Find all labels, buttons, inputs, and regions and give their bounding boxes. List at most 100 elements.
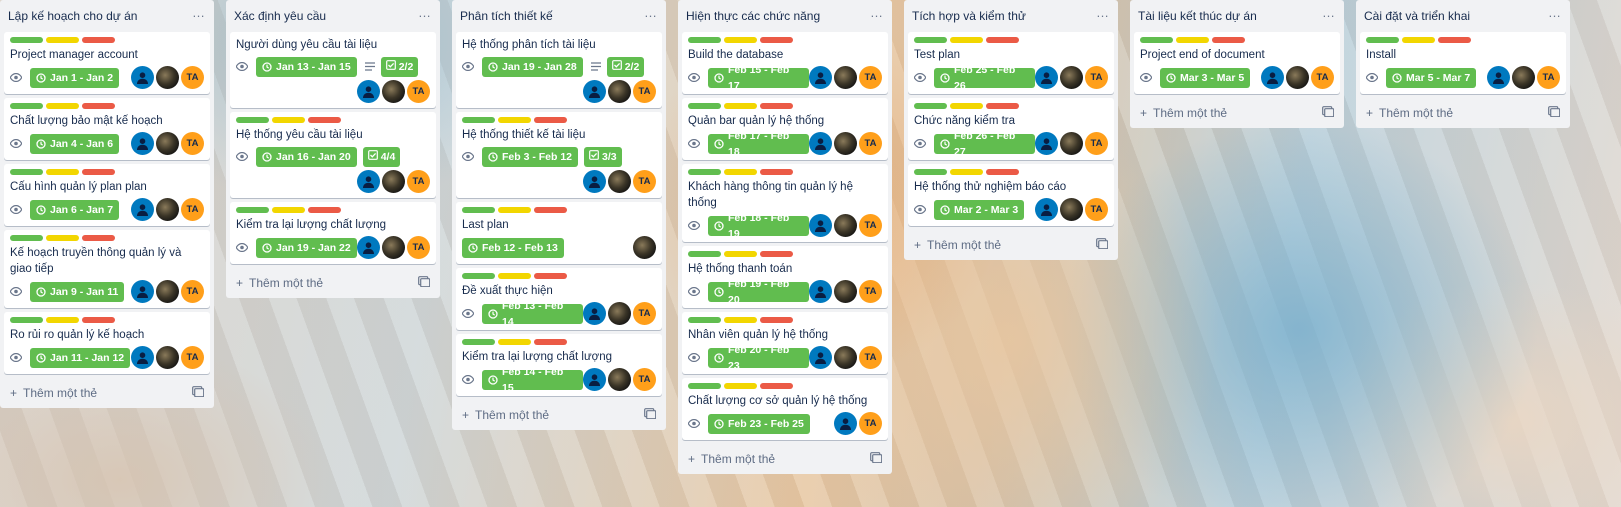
avatar-photo[interactable] bbox=[1286, 66, 1309, 89]
card-labels[interactable] bbox=[914, 103, 1108, 109]
avatar-user-icon[interactable] bbox=[583, 80, 606, 103]
avatar-photo[interactable] bbox=[156, 132, 179, 155]
avatar-photo[interactable] bbox=[1060, 198, 1083, 221]
list-title[interactable]: Tài liệu kết thúc dự án bbox=[1138, 9, 1257, 23]
card[interactable]: Nhân viên quản lý hệ thống Feb 20 - Feb … bbox=[682, 312, 888, 374]
avatar-user-icon[interactable] bbox=[1035, 132, 1058, 155]
label-green[interactable] bbox=[462, 117, 495, 123]
avatar-photo[interactable] bbox=[834, 132, 857, 155]
label-red[interactable] bbox=[308, 117, 341, 123]
due-date-badge[interactable]: Jan 4 - Jan 6 bbox=[30, 133, 120, 154]
label-green[interactable] bbox=[10, 37, 43, 43]
label-red[interactable] bbox=[534, 273, 567, 279]
due-date-badge[interactable]: Feb 18 - Feb 19 bbox=[708, 212, 809, 240]
add-card-button[interactable]: + Thêm một thẻ bbox=[1140, 106, 1227, 120]
label-yellow[interactable] bbox=[498, 207, 531, 213]
avatar-initials[interactable]: TA bbox=[859, 412, 882, 435]
add-card-button[interactable]: + Thêm một thẻ bbox=[914, 238, 1001, 252]
avatar-user-icon[interactable] bbox=[131, 132, 154, 155]
card-template-icon[interactable] bbox=[418, 276, 431, 290]
card-labels[interactable] bbox=[688, 103, 882, 109]
due-date-badge[interactable]: Mar 5 - Mar 7 bbox=[1386, 67, 1477, 88]
label-red[interactable] bbox=[760, 169, 793, 175]
card-labels[interactable] bbox=[914, 169, 1108, 175]
avatar-user-icon[interactable] bbox=[809, 280, 832, 303]
avatar-photo[interactable] bbox=[1060, 66, 1083, 89]
label-yellow[interactable] bbox=[1176, 37, 1209, 43]
avatar-user-icon[interactable] bbox=[809, 214, 832, 237]
checklist-badge[interactable]: 2/2 bbox=[606, 56, 645, 77]
avatar-initials[interactable]: TA bbox=[181, 346, 204, 369]
card[interactable]: Ro rủi ro quản lý kế hoạch Jan 11 - Jan … bbox=[4, 312, 210, 374]
due-date-badge[interactable]: Jan 16 - Jan 20 bbox=[256, 146, 357, 167]
avatar-initials[interactable]: TA bbox=[407, 80, 430, 103]
card-template-icon[interactable] bbox=[870, 452, 883, 466]
label-yellow[interactable] bbox=[724, 317, 757, 323]
avatar-user-icon[interactable] bbox=[583, 368, 606, 391]
card[interactable]: Hệ thống thiết kế tài liệu Feb 3 - Feb 1… bbox=[456, 112, 662, 198]
card[interactable]: Người dùng yêu cầu tài liệu Jan 13 - Jan… bbox=[230, 32, 436, 108]
avatar-initials[interactable]: TA bbox=[1085, 198, 1108, 221]
due-date-badge[interactable]: Feb 17 - Feb 18 bbox=[708, 130, 809, 158]
due-date-badge[interactable]: Jan 1 - Jan 2 bbox=[30, 67, 120, 88]
due-date-badge[interactable]: Jan 13 - Jan 15 bbox=[256, 56, 357, 77]
avatar-user-icon[interactable] bbox=[583, 302, 606, 325]
card[interactable]: Project end of document Mar 3 - Mar 5 TA bbox=[1134, 32, 1340, 94]
avatar-user-icon[interactable] bbox=[357, 170, 380, 193]
due-date-badge[interactable]: Jan 11 - Jan 12 bbox=[30, 347, 131, 368]
card-labels[interactable] bbox=[236, 117, 430, 123]
list-menu-button[interactable]: … bbox=[418, 6, 432, 24]
card-labels[interactable] bbox=[1140, 37, 1334, 43]
avatar-user-icon[interactable] bbox=[1035, 198, 1058, 221]
due-date-badge[interactable]: Mar 2 - Mar 3 bbox=[934, 199, 1025, 220]
avatar-photo[interactable] bbox=[382, 80, 405, 103]
avatar-initials[interactable]: TA bbox=[633, 80, 656, 103]
label-red[interactable] bbox=[760, 383, 793, 389]
avatar-user-icon[interactable] bbox=[131, 280, 154, 303]
label-green[interactable] bbox=[462, 207, 495, 213]
avatar-initials[interactable]: TA bbox=[1085, 132, 1108, 155]
list-title[interactable]: Phân tích thiết kế bbox=[460, 9, 553, 23]
avatar-initials[interactable]: TA bbox=[633, 302, 656, 325]
due-date-badge[interactable]: Jan 19 - Jan 22 bbox=[256, 237, 357, 258]
label-yellow[interactable] bbox=[950, 169, 983, 175]
card[interactable]: Kiểm tra lại lượng chất lượng Jan 19 - J… bbox=[230, 202, 436, 264]
add-card-button[interactable]: + Thêm một thẻ bbox=[462, 408, 549, 422]
card[interactable]: Chất lượng cơ sở quản lý hệ thống Feb 23… bbox=[682, 378, 888, 440]
avatar-initials[interactable]: TA bbox=[1537, 66, 1560, 89]
label-red[interactable] bbox=[308, 207, 341, 213]
label-green[interactable] bbox=[10, 235, 43, 241]
label-green[interactable] bbox=[688, 37, 721, 43]
label-green[interactable] bbox=[688, 251, 721, 257]
card-template-icon[interactable] bbox=[1096, 238, 1109, 252]
card[interactable]: Build the database Feb 15 - Feb 17 TA bbox=[682, 32, 888, 94]
label-green[interactable] bbox=[688, 317, 721, 323]
due-date-badge[interactable]: Feb 25 - Feb 26 bbox=[934, 64, 1035, 92]
label-red[interactable] bbox=[534, 117, 567, 123]
avatar-photo[interactable] bbox=[834, 214, 857, 237]
avatar-initials[interactable]: TA bbox=[181, 280, 204, 303]
card[interactable]: Đề xuất thực hiện Feb 13 - Feb 14 TA bbox=[456, 268, 662, 330]
avatar-photo[interactable] bbox=[834, 346, 857, 369]
card[interactable]: Chất lượng bảo mật kế hoạch Jan 4 - Jan … bbox=[4, 98, 210, 160]
card-labels[interactable] bbox=[1366, 37, 1560, 43]
add-card-button[interactable]: + Thêm một thẻ bbox=[236, 276, 323, 290]
avatar-photo[interactable] bbox=[382, 170, 405, 193]
avatar-user-icon[interactable] bbox=[1261, 66, 1284, 89]
label-yellow[interactable] bbox=[46, 169, 79, 175]
label-green[interactable] bbox=[236, 117, 269, 123]
avatar-user-icon[interactable] bbox=[131, 198, 154, 221]
avatar-user-icon[interactable] bbox=[357, 236, 380, 259]
card-template-icon[interactable] bbox=[644, 408, 657, 422]
label-red[interactable] bbox=[760, 37, 793, 43]
card-labels[interactable] bbox=[10, 317, 204, 323]
label-yellow[interactable] bbox=[46, 103, 79, 109]
label-red[interactable] bbox=[760, 317, 793, 323]
avatar-photo[interactable] bbox=[608, 368, 631, 391]
label-red[interactable] bbox=[760, 251, 793, 257]
card-labels[interactable] bbox=[10, 37, 204, 43]
due-date-badge[interactable]: Feb 26 - Feb 27 bbox=[934, 130, 1035, 158]
avatar-initials[interactable]: TA bbox=[181, 198, 204, 221]
card-labels[interactable] bbox=[462, 207, 656, 213]
avatar-user-icon[interactable] bbox=[131, 346, 154, 369]
